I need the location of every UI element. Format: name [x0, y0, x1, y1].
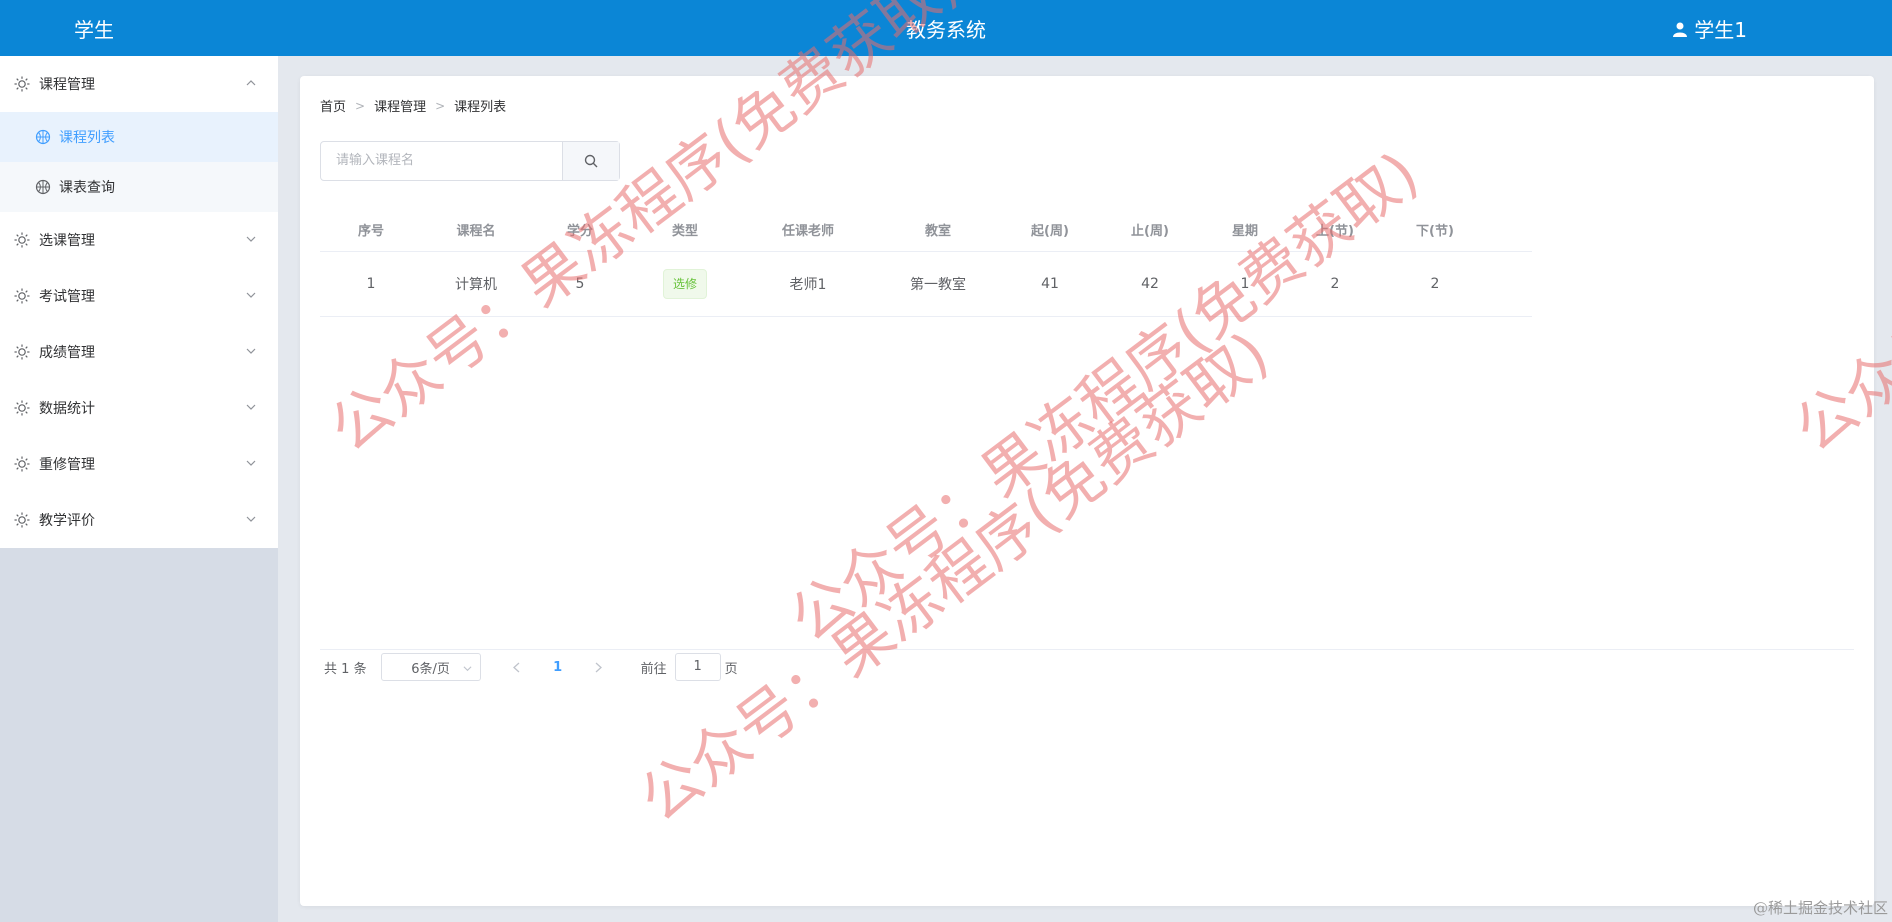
column-header: 下(节)	[1416, 224, 1454, 239]
chevron-right-icon	[595, 662, 603, 672]
goto-page: 前往 1 页	[641, 653, 738, 681]
sidebar-item-course-list[interactable]: 课程列表	[0, 112, 278, 162]
divider	[320, 649, 1854, 650]
page-size-value: 6条/页	[411, 661, 450, 677]
sun-icon	[14, 400, 30, 416]
cell-weekday: 1	[1240, 276, 1250, 292]
chevron-right-icon: >	[355, 98, 366, 113]
goto-page-input[interactable]: 1	[674, 653, 721, 681]
basketball-icon	[35, 179, 51, 195]
cell-classroom: 第一教室	[910, 277, 966, 293]
cell-end-period: 2	[1430, 276, 1440, 292]
breadcrumb-course-management[interactable]: 课程管理	[374, 96, 426, 115]
menu-label: 重修管理	[39, 457, 95, 473]
menu-grade-management[interactable]: 成绩管理	[0, 324, 278, 380]
main-panel: 首页 > 课程管理 > 课程列表 请输入课程名 序号 课程名 学分 类型 任课老…	[300, 76, 1874, 906]
user-menu[interactable]: 学生1	[1672, 14, 1747, 43]
pagination: 共 1 条 6条/页 1 前往 1 页	[324, 653, 738, 681]
table-row[interactable]: 1 计算机 5 选修 老师1 第一教室 41 42 1 2 2	[320, 252, 1532, 317]
sun-icon	[14, 232, 30, 248]
search-input[interactable]: 请输入课程名	[321, 142, 562, 180]
system-title: 教务系统	[906, 18, 986, 42]
breadcrumb-course-list: 课程列表	[454, 100, 507, 115]
column-header: 序号	[357, 224, 384, 239]
chevron-up-icon	[246, 80, 256, 86]
sidebar-item-schedule-query[interactable]: 课表查询	[0, 162, 278, 212]
menu-course-management[interactable]: 课程管理	[0, 56, 278, 112]
menu-teaching-evaluation[interactable]: 教学评价	[0, 492, 278, 548]
basketball-icon	[35, 129, 51, 145]
type-tag: 选修	[662, 269, 707, 299]
menu-label: 课程管理	[39, 77, 95, 93]
chevron-left-icon	[513, 662, 520, 672]
chevron-down-icon	[246, 236, 256, 242]
menu-retake-management[interactable]: 重修管理	[0, 436, 278, 492]
column-header: 教室	[924, 224, 951, 239]
cell-credit: 5	[575, 276, 585, 292]
menu-label: 选课管理	[39, 233, 95, 249]
chevron-down-icon	[246, 460, 256, 466]
menu-course-selection[interactable]: 选课管理	[0, 212, 278, 268]
table-header: 序号 课程名 学分 类型 任课老师 教室 起(周) 止(周) 星期 上(节) 下…	[320, 208, 1532, 252]
chevron-down-icon	[246, 516, 256, 522]
cell-end-week: 42	[1141, 276, 1159, 292]
column-header: 学分	[566, 224, 593, 239]
user-name: 学生1	[1694, 18, 1747, 42]
sidebar-item-label: 课表查询	[59, 180, 115, 196]
menu-label: 教学评价	[39, 513, 95, 529]
column-header: 起(周)	[1031, 224, 1069, 239]
sun-icon	[14, 512, 30, 528]
footer-credit: @稀土掘金技术社区	[1752, 899, 1888, 917]
column-header: 星期	[1231, 224, 1258, 239]
submenu-course-management: 课程列表 课表查询	[0, 112, 278, 212]
total-count: 共 1 条	[324, 661, 367, 677]
column-header: 任课老师	[781, 224, 834, 239]
cell-teacher: 老师1	[789, 277, 827, 293]
sidebar-menu: 课程管理 课程列表 课表查询 选课管理 考试管理 成绩管理 数据统计 重修管理 …	[0, 56, 278, 548]
column-header: 课程名	[456, 224, 496, 239]
menu-label: 考试管理	[39, 289, 95, 305]
chevron-right-icon: >	[435, 98, 446, 113]
cell-course-name: 计算机	[455, 277, 497, 293]
goto-suffix: 页	[724, 661, 738, 677]
sun-icon	[14, 456, 30, 472]
page-number[interactable]: 1	[543, 660, 573, 675]
sun-icon	[14, 288, 30, 304]
menu-data-statistics[interactable]: 数据统计	[0, 380, 278, 436]
goto-prefix: 前往	[640, 661, 667, 677]
cell-type: 选修	[630, 269, 740, 299]
course-table: 序号 课程名 学分 类型 任课老师 教室 起(周) 止(周) 星期 上(节) 下…	[320, 208, 1532, 317]
search-box: 请输入课程名	[320, 141, 620, 181]
chevron-down-icon	[246, 292, 256, 298]
search-icon	[584, 154, 598, 168]
next-page-button[interactable]	[583, 662, 615, 673]
prev-page-button[interactable]	[501, 662, 533, 673]
user-icon	[1673, 22, 1688, 37]
sun-icon	[14, 344, 30, 360]
cell-index: 1	[366, 276, 376, 292]
breadcrumb-home[interactable]: 首页	[320, 96, 346, 115]
chevron-down-icon	[463, 666, 472, 672]
sun-icon	[14, 76, 30, 92]
cell-start-week: 41	[1041, 276, 1059, 292]
top-bar: 学生 教务系统 学生1	[0, 0, 1892, 56]
search-button[interactable]	[562, 142, 619, 180]
sidebar-item-label: 课程列表	[59, 130, 115, 146]
cell-start-period: 2	[1330, 276, 1340, 292]
chevron-down-icon	[246, 348, 256, 354]
page-size-select[interactable]: 6条/页	[380, 653, 481, 681]
column-header: 类型	[671, 224, 698, 239]
breadcrumb: 首页 > 课程管理 > 课程列表	[320, 96, 507, 116]
menu-label: 成绩管理	[39, 345, 95, 361]
menu-label: 数据统计	[39, 401, 95, 417]
chevron-down-icon	[246, 404, 256, 410]
sidebar: 课程管理 课程列表 课表查询 选课管理 考试管理 成绩管理 数据统计 重修管理 …	[0, 56, 278, 922]
menu-exam-management[interactable]: 考试管理	[0, 268, 278, 324]
column-header: 上(节)	[1316, 224, 1354, 239]
column-header: 止(周)	[1131, 224, 1169, 239]
